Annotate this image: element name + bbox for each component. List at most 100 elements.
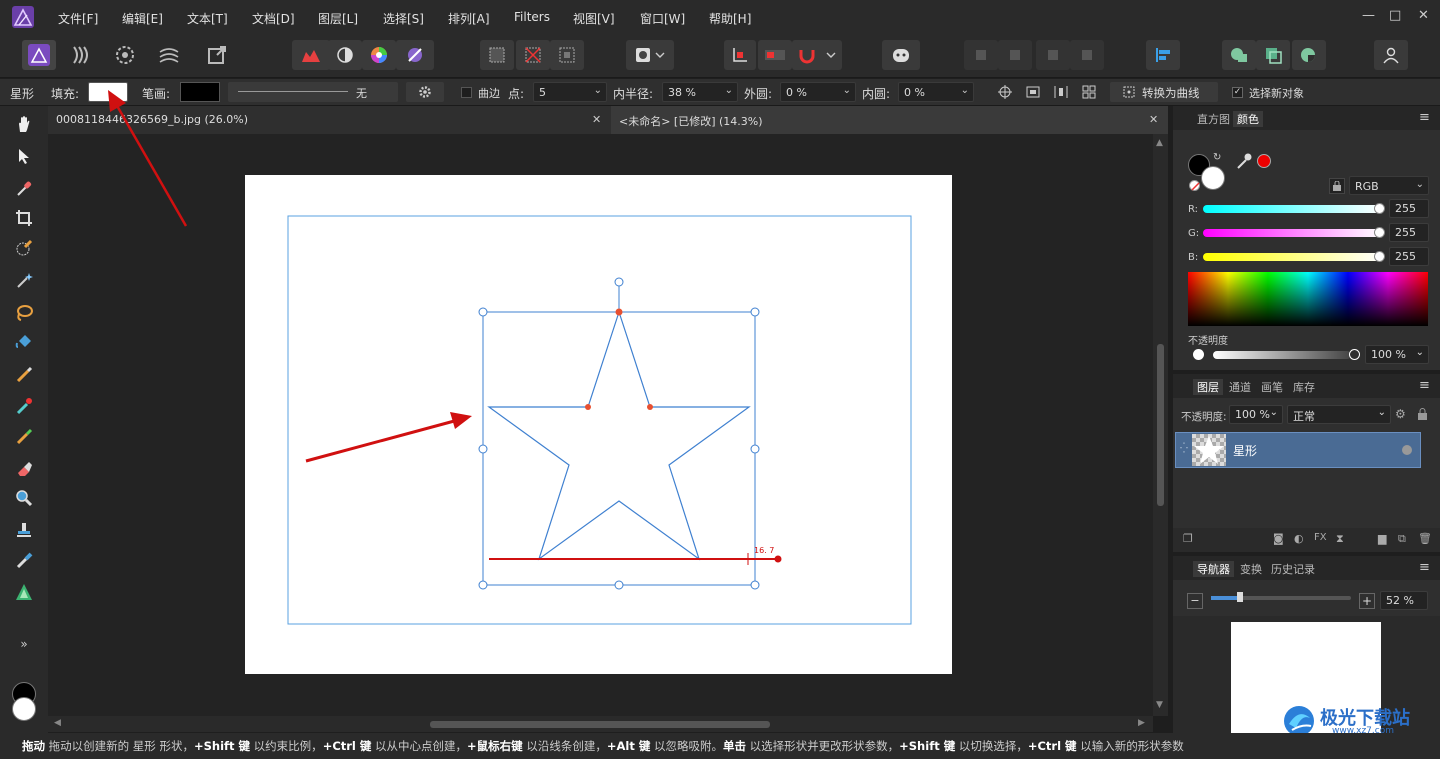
scroll-down-icon[interactable]: ▼ <box>1156 700 1163 710</box>
channel-r-value[interactable]: 255 <box>1389 199 1429 218</box>
histogram-levels-icon[interactable] <box>292 40 330 70</box>
dodge-burn-tool-icon[interactable] <box>12 394 36 418</box>
gear-icon[interactable] <box>406 82 444 102</box>
boolean-add-icon[interactable] <box>1222 40 1256 70</box>
scroll-left-icon[interactable]: ◀ <box>54 718 61 728</box>
tab-layers[interactable]: 图层 <box>1193 379 1223 395</box>
stamp-tool-icon[interactable] <box>12 518 36 542</box>
layer-opacity-box[interactable]: 100 % ⌄ <box>1229 405 1283 424</box>
select-new-object-checkbox[interactable]: ✓ <box>1232 87 1243 98</box>
color-spectrum[interactable] <box>1188 272 1428 326</box>
snapping-icon[interactable] <box>724 40 756 70</box>
tab-stock[interactable]: 库存 <box>1293 379 1315 395</box>
photo-persona-icon[interactable] <box>22 40 56 70</box>
eyedropper-icon[interactable] <box>1235 152 1253 173</box>
navigator-menu-icon[interactable]: ≡ <box>1419 560 1430 575</box>
erase-tool-icon[interactable] <box>12 456 36 480</box>
secondary-color-swatch[interactable] <box>12 697 36 721</box>
doc-tab-2-close-icon[interactable]: ✕ <box>1149 113 1158 126</box>
deselect-icon[interactable] <box>516 40 550 70</box>
menu-edit[interactable]: 编辑[E] <box>122 10 163 27</box>
tab-histogram[interactable]: 直方图 <box>1197 111 1230 127</box>
color-mode-combo[interactable]: RGB ⌄ <box>1349 176 1429 195</box>
quick-mask-icon[interactable] <box>626 40 674 70</box>
channel-g-value[interactable]: 255 <box>1389 223 1429 242</box>
maximize-button[interactable]: □ <box>1389 8 1401 23</box>
adjustment-icon[interactable]: ◐ <box>1294 532 1304 545</box>
opacity-knob[interactable] <box>1349 349 1360 360</box>
magnet-snapping-icon[interactable] <box>792 40 842 70</box>
horizontal-scroll-thumb[interactable] <box>430 721 770 728</box>
scroll-right-icon[interactable]: ▶ <box>1138 718 1145 728</box>
channel-b-knob[interactable] <box>1374 251 1385 262</box>
grid-icon[interactable] <box>1076 82 1102 102</box>
clone-tool-icon[interactable] <box>12 424 36 448</box>
tab-channels[interactable]: 通道 <box>1229 379 1251 395</box>
fill-color-circle[interactable] <box>1201 166 1225 190</box>
zoom-in-button[interactable]: + <box>1359 593 1375 609</box>
opacity-slider[interactable] <box>1213 351 1351 359</box>
inner-round-combo[interactable]: 0 % ⌄ <box>898 82 974 102</box>
canvas-svg[interactable]: 16. 7 <box>48 134 1153 716</box>
minimize-button[interactable]: — <box>1362 8 1375 23</box>
more-tools-icon[interactable]: » <box>12 632 36 656</box>
boolean-subtract-icon[interactable] <box>1256 40 1290 70</box>
align-icon-4[interactable] <box>1070 40 1104 70</box>
menu-select[interactable]: 选择[S] <box>383 10 424 27</box>
lock-icon[interactable] <box>1329 178 1345 194</box>
hand-tool-icon[interactable] <box>12 112 36 136</box>
color-swatches[interactable] <box>10 682 38 726</box>
trash-icon[interactable]: 🗑 <box>1418 532 1432 545</box>
opacity-value-box[interactable]: 100 % ⌄ <box>1365 345 1429 364</box>
select-all-icon[interactable] <box>480 40 514 70</box>
layer-drag-icon[interactable]: ⁛ <box>1180 443 1188 454</box>
tab-transform[interactable]: 变换 <box>1240 561 1262 577</box>
selection-brush-tool-icon[interactable] <box>12 236 36 260</box>
liquify-persona-icon[interactable] <box>64 40 98 70</box>
retouch-tool-icon[interactable] <box>12 548 36 572</box>
channel-b-value[interactable]: 255 <box>1389 247 1429 266</box>
move-tool-icon[interactable] <box>12 144 36 168</box>
zoom-slider[interactable] <box>1211 592 1351 602</box>
auto-white-balance-icon[interactable] <box>396 40 434 70</box>
layer-lock-icon[interactable] <box>1418 408 1427 423</box>
curve-checkbox[interactable] <box>461 87 472 98</box>
tone-mapping-persona-icon[interactable] <box>152 40 186 70</box>
color-picker-tool-icon[interactable] <box>12 176 36 200</box>
menu-view[interactable]: 视图[V] <box>573 10 615 27</box>
align-icon-2[interactable] <box>998 40 1032 70</box>
distribute-icon[interactable] <box>1048 82 1074 102</box>
assistant-robot-icon[interactable] <box>882 40 920 70</box>
duplicate-layer-icon[interactable]: ⧉ <box>1398 532 1406 546</box>
live-filter-icon[interactable]: ⧗ <box>1336 532 1344 546</box>
add-mask-icon[interactable]: ◙ <box>1273 532 1284 545</box>
freehand-selection-tool-icon[interactable] <box>12 300 36 324</box>
zoom-slider-thumb[interactable] <box>1237 592 1243 602</box>
auto-contrast-icon[interactable] <box>328 40 362 70</box>
inner-radius-combo[interactable]: 38 % ⌄ <box>662 82 738 102</box>
paint-brush-tool-icon[interactable] <box>12 362 36 386</box>
channel-r-slider[interactable] <box>1203 205 1381 213</box>
blend-mode-combo[interactable]: 正常 ⌄ <box>1287 405 1391 424</box>
affinity-photo-logo[interactable] <box>12 6 34 28</box>
no-color-icon[interactable] <box>1189 180 1200 191</box>
fx-icon[interactable]: FX <box>1314 532 1327 543</box>
transform-origin-icon[interactable] <box>992 82 1018 102</box>
panel-menu-icon[interactable]: ≡ <box>1419 110 1430 125</box>
outer-round-combo[interactable]: 0 % ⌄ <box>780 82 856 102</box>
stroke-style-dropdown[interactable]: 无 <box>228 82 398 102</box>
shape-tool-icon[interactable] <box>12 580 36 604</box>
channel-g-knob[interactable] <box>1374 227 1385 238</box>
menu-text[interactable]: 文本[T] <box>187 10 228 27</box>
develop-persona-icon[interactable] <box>108 40 142 70</box>
layer-mask-icon[interactable]: ❐ <box>1183 532 1193 545</box>
menu-layer[interactable]: 图层[L] <box>318 10 358 27</box>
flood-select-tool-icon[interactable] <box>12 268 36 292</box>
crop-tool-icon[interactable] <box>12 206 36 230</box>
channel-r-knob[interactable] <box>1374 203 1385 214</box>
alignment-panel-icon[interactable] <box>1146 40 1180 70</box>
align-icon-3[interactable] <box>1036 40 1070 70</box>
layer-settings-icon[interactable]: ⚙ <box>1395 407 1406 421</box>
layer-row[interactable]: ⁛ 星形 <box>1175 432 1421 468</box>
auto-colors-icon[interactable] <box>362 40 396 70</box>
